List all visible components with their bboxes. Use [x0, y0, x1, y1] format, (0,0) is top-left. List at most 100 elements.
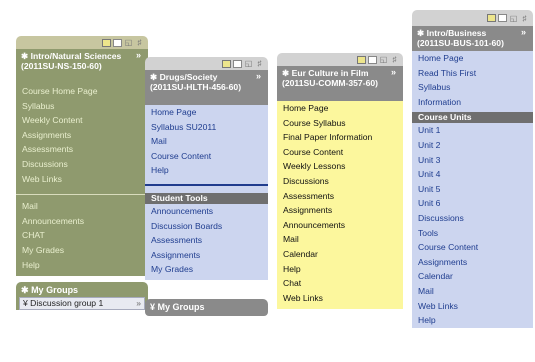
nav-link[interactable]: My Grades — [16, 243, 148, 258]
settings-icon[interactable]: ♯ — [255, 59, 264, 68]
nav-link[interactable]: Unit 1 — [412, 123, 533, 138]
nav-link[interactable]: Chat — [277, 276, 403, 291]
nav-link[interactable]: Course Home Page — [16, 84, 148, 99]
edit-icon[interactable]: ◱ — [379, 55, 388, 64]
nav-link[interactable]: Assignments — [145, 248, 268, 263]
module-title: ✱ Drugs/Society (2011SU-HLTH-456-60) — [150, 72, 242, 92]
nav-link[interactable]: Course Content — [145, 149, 268, 164]
nav-link[interactable]: Home Page — [412, 51, 533, 66]
nav-link[interactable]: Announcements — [277, 218, 403, 233]
nav-link[interactable]: Unit 4 — [412, 167, 533, 182]
course-module-drugs-society: ◱ ♯ ✱ Drugs/Society (2011SU-HLTH-456-60)… — [145, 57, 268, 316]
nav-link[interactable]: Weekly Content — [16, 113, 148, 128]
module-toolbar: ◱ ♯ — [277, 53, 403, 66]
collapse-icon: ✱ — [282, 68, 290, 78]
nav-link[interactable]: Assessments — [277, 189, 403, 204]
edit-icon[interactable]: ◱ — [124, 38, 133, 47]
nav-link[interactable]: Course Syllabus — [277, 116, 403, 131]
chevron-icon[interactable]: » — [136, 50, 141, 60]
nav-link[interactable]: Announcements — [16, 214, 148, 229]
nav-link[interactable]: Unit 2 — [412, 138, 533, 153]
nav-link[interactable]: Mail — [277, 232, 403, 247]
chevron-icon[interactable]: » — [256, 71, 261, 81]
nav-link[interactable]: Help — [412, 313, 533, 328]
nav-link[interactable]: Tools — [412, 226, 533, 241]
nav-link[interactable]: Assignments — [16, 128, 148, 143]
settings-icon[interactable]: ♯ — [390, 55, 399, 64]
nav-link[interactable]: Unit 6 — [412, 196, 533, 211]
nav-link[interactable]: Web Links — [16, 172, 148, 187]
nav-link[interactable]: Weekly Lessons — [277, 159, 403, 174]
nav-link[interactable]: Assessments — [16, 142, 148, 157]
nav-link[interactable]: Discussion Boards — [145, 219, 268, 234]
student-tool-links: Announcements Discussion Boards Assessment… — [145, 204, 268, 277]
nav-link[interactable]: Assignments — [277, 203, 403, 218]
nav-link[interactable]: Unit 5 — [412, 182, 533, 197]
nav-link[interactable]: Calendar — [277, 247, 403, 262]
edit-icon[interactable]: ◱ — [244, 59, 253, 68]
module-toolbar: ◱ ♯ — [412, 10, 533, 26]
nav-link[interactable]: Syllabus — [16, 99, 148, 114]
nav-link[interactable]: Help — [145, 163, 268, 178]
chevron-icon[interactable]: » — [521, 27, 526, 37]
layout-icon[interactable] — [487, 14, 496, 22]
nav-link[interactable]: Home Page — [277, 101, 403, 116]
module-header[interactable]: ✱ Intro/Natural Sciences (2011SU-NS-150-… — [16, 49, 148, 84]
nav-link[interactable]: Mail — [145, 134, 268, 149]
my-groups-module[interactable]: ¥ My Groups — [145, 298, 268, 316]
nav-link[interactable]: Help — [16, 258, 148, 273]
nav-link[interactable]: Web Links — [277, 291, 403, 306]
module-header[interactable]: ✱ Eur Culture in Film (2011SU-COMM-357-6… — [277, 66, 403, 101]
course-links: Home Page Read This First Syllabus Informat… — [412, 51, 533, 109]
nav-link[interactable]: Syllabus SU2011 — [145, 120, 268, 135]
minimize-icon[interactable] — [113, 38, 122, 47]
section-header-student-tools: Student Tools — [145, 192, 268, 204]
unit-links: Unit 1 Unit 2 Unit 3 Unit 4 Unit 5 Unit 6 Disc… — [412, 123, 533, 327]
course-module-intro-business: ◱ ♯ ✱ Intro/Business (2011SU-BUS-101-60)… — [412, 10, 533, 328]
nav-link[interactable]: Discussions — [16, 157, 148, 172]
course-module-natural-sciences: ◱ ♯ ✱ Intro/Natural Sciences (2011SU-NS-… — [16, 36, 148, 312]
module-toolbar: ◱ ♯ — [16, 36, 148, 49]
chevron-icon[interactable]: » — [391, 67, 396, 77]
module-body: Home Page Syllabus SU2011 Mail Course Conte… — [145, 105, 268, 280]
nav-link[interactable]: Discussions — [412, 211, 533, 226]
nav-link[interactable]: Home Page — [145, 105, 268, 120]
nav-link[interactable]: Read This First — [412, 66, 533, 81]
nav-link[interactable]: CHAT — [16, 228, 148, 243]
nav-link[interactable]: Help — [277, 262, 403, 277]
nav-link[interactable]: Unit 3 — [412, 153, 533, 168]
nav-link[interactable]: Course Content — [412, 240, 533, 255]
nav-link[interactable]: Information — [412, 95, 533, 110]
nav-link[interactable]: Web Links — [412, 299, 533, 314]
nav-link[interactable]: Final Paper Information — [277, 130, 403, 145]
minimize-icon[interactable] — [233, 59, 242, 68]
my-groups-module: ✱ My Groups ¥ Discussion group 1 » — [16, 282, 148, 311]
nav-link[interactable]: Course Content — [277, 145, 403, 160]
settings-icon[interactable]: ♯ — [135, 38, 144, 47]
settings-icon[interactable]: ♯ — [520, 14, 529, 23]
nav-link[interactable]: Syllabus — [412, 80, 533, 95]
nav-link[interactable]: Assessments — [145, 233, 268, 248]
nav-link[interactable]: Mail — [16, 199, 148, 214]
layout-icon[interactable] — [222, 59, 231, 68]
nav-link[interactable]: Mail — [412, 284, 533, 299]
module-header[interactable]: ✱ Drugs/Society (2011SU-HLTH-456-60) » — [145, 70, 268, 105]
minimize-icon[interactable] — [368, 55, 377, 64]
nav-link[interactable]: Announcements — [145, 204, 268, 219]
edit-icon[interactable]: ◱ — [509, 14, 518, 23]
group-selector[interactable]: ¥ Discussion group 1 » — [19, 297, 145, 311]
dropdown-icon: ¥ — [23, 298, 28, 309]
my-groups-header[interactable]: ✱ My Groups — [16, 282, 148, 297]
collapse-icon: ✱ — [417, 28, 425, 38]
module-title: ✱ Intro/Natural Sciences (2011SU-NS-150-… — [21, 51, 122, 71]
minimize-icon[interactable] — [498, 14, 507, 22]
layout-icon[interactable] — [102, 38, 111, 47]
nav-link[interactable]: Discussions — [277, 174, 403, 189]
collapse-icon: ✱ — [150, 72, 158, 82]
layout-icon[interactable] — [357, 55, 366, 64]
module-header[interactable]: ✱ Intro/Business (2011SU-BUS-101-60) » — [412, 26, 533, 51]
collapse-icon: ✱ — [21, 285, 29, 296]
nav-link[interactable]: Calendar — [412, 269, 533, 284]
nav-link[interactable]: My Grades — [145, 262, 268, 277]
nav-link[interactable]: Assignments — [412, 255, 533, 270]
